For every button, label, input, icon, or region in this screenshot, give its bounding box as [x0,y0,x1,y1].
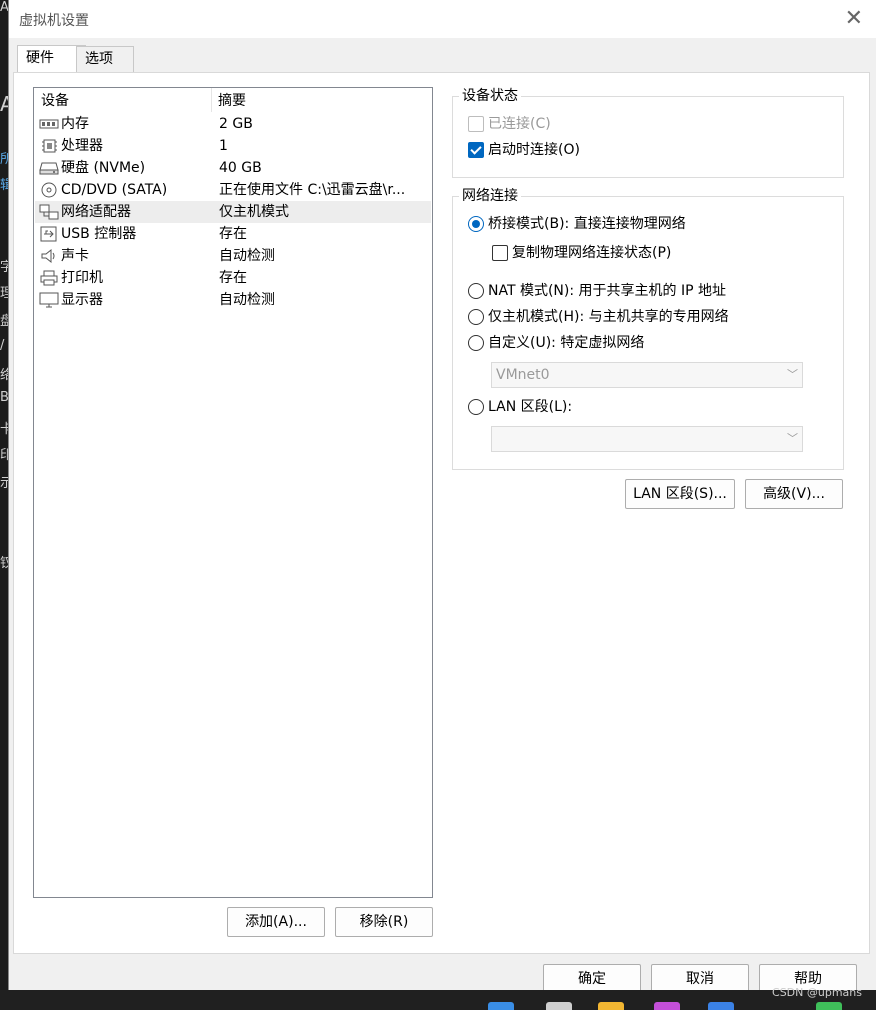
hostonly-radio[interactable] [468,309,484,325]
device-row-printer[interactable]: 打印机 存在 [35,267,431,289]
device-name: 硬盘 (NVMe) [61,160,146,176]
vm-settings-dialog: 虚拟机设置 ✕ 硬件 选项 设备 摘要 内存 2 GB 处理器 1 硬盘 (NV… [8,0,876,994]
watermark: CSDN @upmans [772,986,862,999]
app-icon[interactable] [816,1002,842,1010]
device-summary: 2 GB [219,116,253,132]
cdrom-icon [41,182,57,198]
network-icon [39,204,59,220]
device-summary: 仅主机模式 [219,204,289,220]
device-row-processor[interactable]: 处理器 1 [35,135,431,157]
device-name: 打印机 [61,270,103,286]
custom-radio[interactable] [468,335,484,351]
device-name: 网络适配器 [61,204,131,220]
device-summary: 存在 [219,270,247,286]
bridged-radio[interactable] [468,216,484,232]
window-title: 虚拟机设置 [19,13,89,29]
file-explorer-icon[interactable] [598,1002,624,1010]
title-bar: 虚拟机设置 ✕ [9,0,876,38]
app-icon[interactable] [708,1002,734,1010]
device-row-display[interactable]: 显示器 自动检测 [35,289,431,311]
hostonly-label: 仅主机模式(H): 与主机共享的专用网络 [488,309,729,325]
harddisk-icon [39,162,59,175]
device-row-usb[interactable]: USB 控制器 存在 [35,223,431,245]
lan-segment-label: LAN 区段(L): [488,399,573,415]
device-name: USB 控制器 [61,226,137,242]
lan-segment-select[interactable]: ﹀ [491,426,803,452]
chevron-down-icon: ﹀ [787,432,798,445]
taskbar [0,990,876,1010]
nat-label: NAT 模式(N): 用于共享主机的 IP 地址 [488,283,726,299]
device-name: 声卡 [61,248,89,264]
lan-segment-radio[interactable] [468,399,484,415]
device-name: CD/DVD (SATA) [61,182,168,198]
column-header-summary[interactable]: 摘要 [218,90,246,112]
replicate-state-label: 复制物理网络连接状态(P) [512,245,672,261]
printer-icon [40,270,58,286]
connect-at-power-on-label: 启动时连接(O) [488,142,580,158]
advanced-button[interactable]: 高级(V)... [745,479,843,509]
connect-at-power-on-checkbox[interactable] [468,142,484,158]
bridged-label: 桥接模式(B): 直接连接物理网络 [488,216,686,232]
device-row-sound[interactable]: 声卡 自动检测 [35,245,431,267]
device-row-harddisk[interactable]: 硬盘 (NVMe) 40 GB [35,157,431,179]
device-status-group [452,96,844,178]
device-summary: 1 [219,138,228,154]
column-header-device[interactable]: 设备 [41,90,69,112]
device-row-memory[interactable]: 内存 2 GB [35,113,431,135]
add-button[interactable]: 添加(A)... [227,907,325,937]
cpu-icon [42,139,57,153]
device-list[interactable]: 设备 摘要 内存 2 GB 处理器 1 硬盘 (NVMe) 40 GB CD/D… [33,87,433,898]
replicate-state-checkbox[interactable] [492,245,508,261]
custom-network-select[interactable]: VMnet0 ﹀ [491,362,803,388]
device-summary: 自动检测 [219,292,275,308]
device-name: 内存 [61,116,89,132]
nat-radio[interactable] [468,283,484,299]
device-summary: 自动检测 [219,248,275,264]
windows-start-icon[interactable] [488,1002,514,1010]
close-icon[interactable]: ✕ [845,6,863,32]
device-row-cdrom[interactable]: CD/DVD (SATA) 正在使用文件 C:\迅雷云盘\r... [35,179,431,201]
monitor-icon [39,292,59,308]
tab-options[interactable]: 选项 [76,46,134,72]
device-status-title: 设备状态 [459,87,521,105]
network-connection-title: 网络连接 [459,187,521,205]
column-separator[interactable] [211,88,212,112]
device-summary: 正在使用文件 C:\迅雷云盘\r... [219,182,406,198]
lan-segments-button[interactable]: LAN 区段(S)... [625,479,735,509]
device-name: 处理器 [61,138,103,154]
device-name: 显示器 [61,292,103,308]
memory-icon [39,119,59,129]
device-summary: 存在 [219,226,247,242]
search-icon[interactable] [546,1002,572,1010]
device-row-network[interactable]: 网络适配器 仅主机模式 [35,201,431,223]
remove-button[interactable]: 移除(R) [335,907,433,937]
app-icon[interactable] [654,1002,680,1010]
custom-label: 自定义(U): 特定虚拟网络 [488,335,645,351]
custom-network-value: VMnet0 [496,367,550,383]
device-summary: 40 GB [219,160,262,176]
usb-icon [40,226,57,242]
connected-label: 已连接(C) [488,116,551,132]
speaker-icon [41,248,55,264]
connected-checkbox[interactable] [468,116,484,132]
chevron-down-icon: ﹀ [787,368,798,381]
